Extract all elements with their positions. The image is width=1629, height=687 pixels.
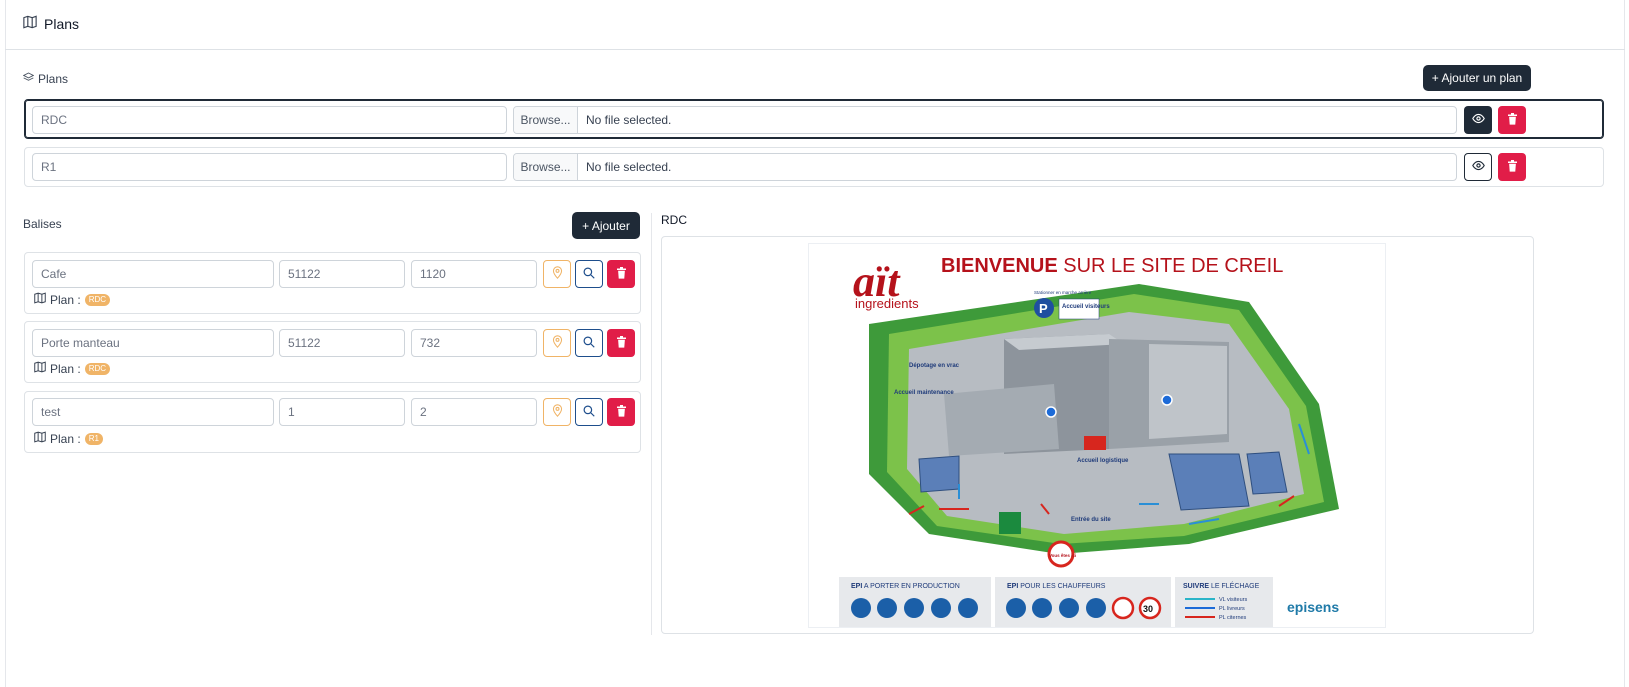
tag-marker[interactable]: [1161, 394, 1173, 406]
plans-section-label: Plans: [22, 72, 68, 86]
tag-card: Porte manteau 51122 732 Plan : RDC: [24, 321, 641, 383]
search-icon: [583, 336, 595, 351]
tag-x-input[interactable]: 1: [279, 398, 405, 426]
building-east-roof: [1149, 344, 1227, 439]
accueil-logistique-label: Accueil logistique: [1077, 458, 1129, 464]
tag-name-input[interactable]: Cafe: [32, 260, 274, 288]
plan-file-input[interactable]: Browse... No file selected.: [513, 106, 1457, 134]
plan-image[interactable]: aït ingredients BIENVENUE SUR LE SITE DE…: [808, 243, 1386, 628]
map-pin-icon: [552, 335, 563, 351]
tag-y-input[interactable]: 732: [411, 329, 537, 357]
top-bar: [5, 0, 1625, 50]
tag-y-input[interactable]: 1120: [411, 260, 537, 288]
building-west: [944, 384, 1059, 456]
flechage-title: SUIVRE LE FLÉCHAGE: [1183, 581, 1260, 590]
search-tag-button[interactable]: [575, 398, 603, 426]
plan-row: RDC Browse... No file selected.: [24, 99, 1604, 139]
tag-y-input[interactable]: 2: [411, 398, 537, 426]
tags-section-label: Balises: [23, 217, 62, 231]
plan-badge: R1: [84, 432, 103, 445]
tag-name-input[interactable]: test: [32, 398, 274, 426]
delete-plan-button[interactable]: [1498, 106, 1526, 134]
delete-tag-button[interactable]: [607, 329, 635, 357]
tag-x-input[interactable]: 51122: [279, 329, 405, 357]
locate-tag-button[interactable]: [543, 260, 571, 288]
trash-icon: [616, 266, 627, 282]
trash-icon: [1507, 112, 1518, 128]
page-title: Plans: [23, 15, 79, 32]
delete-plan-button[interactable]: [1498, 153, 1526, 181]
plan-row: R1 Browse... No file selected.: [24, 147, 1604, 187]
tag-plan-line: Plan : RDC: [34, 361, 111, 376]
map-pin-icon: [552, 404, 563, 420]
tag-card: Cafe 51122 1120 Plan : RDC: [24, 252, 641, 314]
accueil-visiteurs-label: Accueil visiteurs: [1062, 304, 1110, 310]
tag-plan-line: Plan : RDC: [34, 292, 111, 307]
tag-name-input[interactable]: Porte manteau: [32, 329, 274, 357]
plan-file-input[interactable]: Browse... No file selected.: [513, 153, 1457, 181]
no-smoking-icon: [1111, 596, 1135, 620]
file-name-text: No file selected.: [586, 113, 672, 127]
search-icon: [583, 267, 595, 282]
view-plan-button[interactable]: [1464, 106, 1492, 134]
accueil-maintenance-label: Accueil maintenance: [894, 390, 954, 396]
map-icon: [23, 15, 37, 32]
map-icon: [34, 361, 46, 376]
epi-chauffeurs-title: EPI POUR LES CHAUFFEURS: [1007, 583, 1106, 590]
eye-icon: [1471, 112, 1485, 128]
eye-icon: [1471, 159, 1485, 175]
epi-production-title: EPI A PORTER EN PRODUCTION: [851, 583, 960, 590]
tag-plan-line: Plan : R1: [34, 431, 103, 446]
search-tag-button[interactable]: [575, 329, 603, 357]
search-tag-button[interactable]: [575, 260, 603, 288]
you-are-here-label: Vous êtes ici: [1049, 553, 1076, 558]
assembly-point-icon: [999, 512, 1021, 534]
delete-tag-button[interactable]: [607, 260, 635, 288]
building-red-block: [1084, 436, 1106, 450]
legend-pl-livreurs: PL livreurs: [1219, 606, 1245, 612]
poster-headline: BIENVENUE SUR LE SITE DE CREIL: [941, 255, 1283, 277]
map-pin-icon: [552, 266, 563, 282]
browse-button[interactable]: Browse...: [514, 107, 578, 133]
view-plan-button[interactable]: [1464, 153, 1492, 181]
trash-icon: [616, 335, 627, 351]
tag-card: test 1 2 Plan : R1: [24, 391, 641, 453]
depotage-label: Dépotage en vrac: [909, 363, 960, 369]
map-icon: [34, 292, 46, 307]
parking-label: Stationner en marche arrière: [1034, 290, 1092, 295]
logo-ingredients: ingredients: [855, 296, 919, 311]
parking-icon-letter: P: [1039, 301, 1048, 316]
add-tag-button[interactable]: + Ajouter: [572, 212, 640, 239]
plan-badge: RDC: [84, 362, 111, 375]
tag-x-input[interactable]: 51122: [279, 260, 405, 288]
episens-logo: episens: [1287, 599, 1339, 615]
trash-icon: [1507, 159, 1518, 175]
layers-icon: [22, 72, 35, 86]
column-divider: [651, 213, 652, 635]
locate-tag-button[interactable]: [543, 329, 571, 357]
map-icon: [34, 431, 46, 446]
legend-vl: VL visiteurs: [1219, 597, 1247, 603]
basin-east: [1168, 453, 1250, 511]
legend-pl-citernes: PL citernes: [1219, 615, 1247, 621]
plan-badge: RDC: [84, 293, 111, 306]
add-plan-button[interactable]: + Ajouter un plan: [1423, 65, 1531, 91]
preview-title: RDC: [661, 213, 687, 227]
delete-tag-button[interactable]: [607, 398, 635, 426]
entree-label: Entrée du site: [1071, 517, 1111, 523]
plan-name-input[interactable]: RDC: [32, 106, 507, 134]
speed-limit-value: 30: [1143, 604, 1153, 614]
trash-icon: [616, 404, 627, 420]
file-name-text: No file selected.: [586, 160, 672, 174]
search-icon: [583, 405, 595, 420]
plan-name-input[interactable]: R1: [32, 153, 507, 181]
tag-marker[interactable]: [1045, 406, 1057, 418]
basin-west: [918, 455, 960, 493]
browse-button[interactable]: Browse...: [514, 154, 578, 180]
locate-tag-button[interactable]: [543, 398, 571, 426]
